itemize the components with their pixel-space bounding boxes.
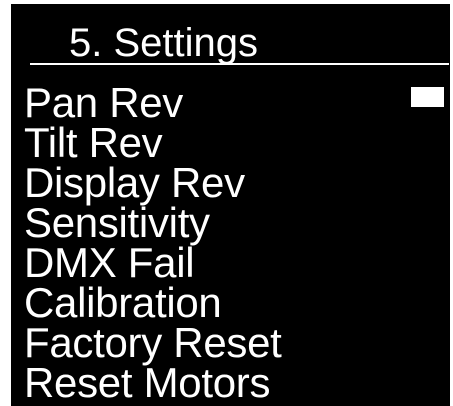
menu-item-dmx-fail[interactable]: DMX Fail (24, 242, 282, 284)
page-title: 5. Settings (69, 21, 259, 65)
menu-item-reset-motors[interactable]: Reset Motors (24, 362, 282, 404)
selection-marker (411, 87, 444, 107)
title-divider (30, 63, 449, 65)
menu-item-factory-reset[interactable]: Factory Reset (24, 322, 282, 364)
menu-item-sensitivity[interactable]: Sensitivity (24, 202, 282, 244)
menu-item-tilt-rev[interactable]: Tilt Rev (24, 122, 282, 164)
settings-menu: Pan Rev Tilt Rev Display Rev Sensitivity… (24, 82, 282, 404)
menu-item-pan-rev[interactable]: Pan Rev (24, 82, 282, 124)
settings-screen: 5. Settings Pan Rev Tilt Rev Display Rev… (11, 4, 450, 406)
menu-item-calibration[interactable]: Calibration (24, 282, 282, 324)
menu-item-display-rev[interactable]: Display Rev (24, 162, 282, 204)
